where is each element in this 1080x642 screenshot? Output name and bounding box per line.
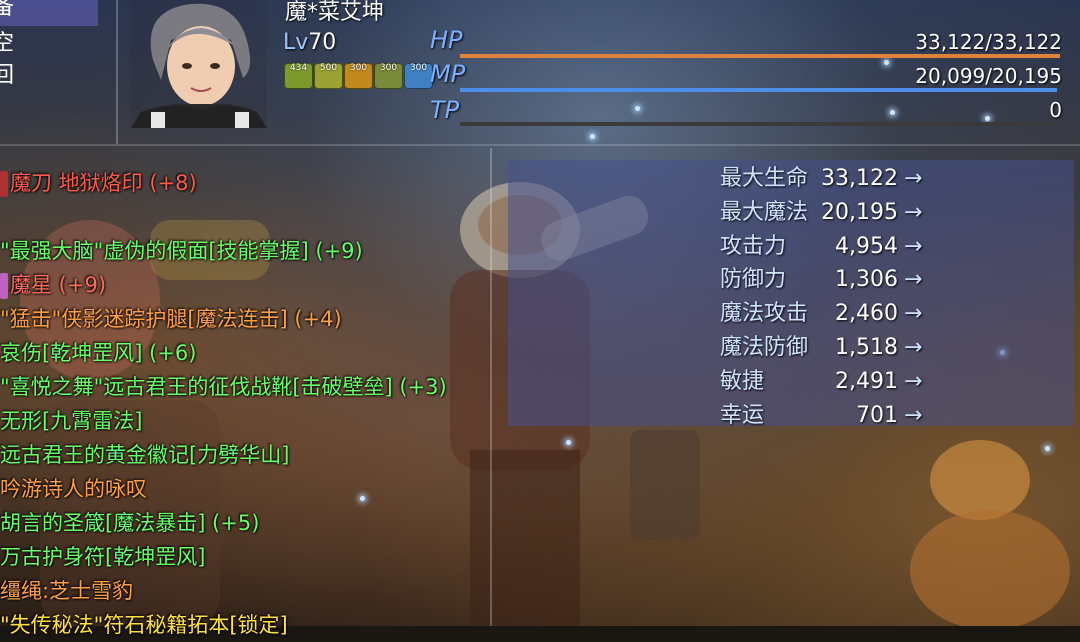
item-icon xyxy=(0,273,8,299)
arrow-right-icon: → xyxy=(904,301,923,327)
stat-row: 最大魔法 20,195 → xyxy=(508,196,1074,230)
equipment-name: 哀伤[乾坤罡风] (+6) xyxy=(0,341,197,365)
stat-row: 攻击力 4,954 → xyxy=(508,230,1074,264)
equipment-name: 万古护身符[乾坤罡风] xyxy=(0,545,206,569)
stat-name: 攻击力 xyxy=(720,233,787,259)
equipment-slot[interactable]: 缰绳:芝士雪豹 xyxy=(0,574,490,608)
arrow-right-icon: → xyxy=(904,368,923,394)
arrow-right-icon: → xyxy=(904,402,923,428)
equipment-name: 魔刀 地狱烙印 (+8) xyxy=(10,171,197,195)
sparkle-1 xyxy=(884,60,889,65)
equipment-list: 魔刀 地狱烙印 (+8) "最强大脑"虚伪的假面[技能掌握] (+9) 魔星 (+9… xyxy=(0,166,490,642)
sparkle-6 xyxy=(1045,446,1050,451)
state-icon: 300 xyxy=(344,63,373,89)
level-label: Lv xyxy=(283,30,309,55)
stat-value: 20,195 xyxy=(821,199,898,225)
equipment-slot[interactable]: 胡言的圣箴[魔法暴击] (+5) xyxy=(0,506,490,540)
equipment-name: 胡言的圣箴[魔法暴击] (+5) xyxy=(0,511,260,535)
stats-panel: 最大生命 33,122 → 最大魔法 20,195 → 攻击力 4,954 → 防御力 1,306 →… xyxy=(508,160,1074,428)
item-icon xyxy=(0,171,8,197)
stat-value: 1,306 xyxy=(835,267,898,293)
stat-value: 701 xyxy=(856,402,898,428)
stat-name: 敏捷 xyxy=(720,368,765,394)
equipment-name: 魔星 (+9) xyxy=(10,273,107,297)
state-icons: 434 500 300 300 300 xyxy=(284,63,433,89)
arrow-right-icon: → xyxy=(904,335,923,360)
equipment-slot[interactable]: "失传秘法"符石秘籍拓本[锁定] xyxy=(0,608,490,642)
hp-label: HP xyxy=(430,26,463,54)
sparkle-2 xyxy=(635,106,640,111)
equipment-slot[interactable]: "喜悦之舞"远古君王的征伐战靴[击破壁垒] (+3) xyxy=(0,370,490,404)
equipment-name: 远古君王的黄金徽记[力劈华山] xyxy=(0,443,290,467)
actor-level: Lv70 xyxy=(283,30,336,55)
arrow-right-icon: → xyxy=(904,233,923,259)
equipment-name: "最强大脑"虚伪的假面[技能掌握] (+9) xyxy=(0,239,363,263)
equipment-name: "失传秘法"符石秘籍拓本[锁定] xyxy=(0,613,288,637)
equipment-name: "猛击"侠影迷踪护腿[魔法连击] (+4) xyxy=(0,307,342,331)
command-equip[interactable]: 备 xyxy=(0,0,14,22)
equipment-slot[interactable] xyxy=(0,200,490,234)
command-clear[interactable]: 空 xyxy=(0,30,14,58)
sparkle-4 xyxy=(590,134,595,139)
stat-value: 33,122 xyxy=(821,166,898,191)
state-icon: 300 xyxy=(374,63,403,89)
stat-row: 最大生命 33,122 → xyxy=(508,162,1074,196)
equipment-slot[interactable]: 远古君王的黄金徽记[力劈华山] xyxy=(0,438,490,472)
divider-top xyxy=(0,144,1080,146)
stat-row: 幸运 701 → xyxy=(508,399,1074,433)
stat-value: 2,491 xyxy=(835,368,898,394)
equipment-slot[interactable]: 魔星 (+9) xyxy=(0,268,490,302)
mp-value: 20,099/20,195 xyxy=(915,64,1062,88)
equipment-slot[interactable]: 哀伤[乾坤罡风] (+6) xyxy=(0,336,490,370)
equipment-slot[interactable]: "猛击"侠影迷踪护腿[魔法连击] (+4) xyxy=(0,302,490,336)
command-cursor xyxy=(0,0,98,26)
stat-value: 4,954 xyxy=(835,233,898,259)
stat-value: 2,460 xyxy=(835,301,898,327)
divider-left xyxy=(116,0,118,144)
tp-label: TP xyxy=(430,96,460,124)
mp-gauge xyxy=(460,88,1060,92)
sparkle-8 xyxy=(566,440,571,445)
equipment-name: 吟游诗人的咏叹 xyxy=(0,477,147,501)
stat-name: 幸运 xyxy=(720,402,765,428)
arrow-right-icon: → xyxy=(904,199,923,225)
level-value: 70 xyxy=(308,30,337,55)
stat-value: 1,518 xyxy=(835,335,898,360)
equipment-name: "喜悦之舞"远古君王的征伐战靴[击破壁垒] (+3) xyxy=(0,375,447,399)
arrow-right-icon: → xyxy=(904,166,923,191)
state-icon: 500 xyxy=(314,63,343,89)
sparkle-3 xyxy=(890,110,895,115)
hp-gauge-fill xyxy=(460,54,1060,58)
mp-gauge-fill xyxy=(460,88,1057,92)
equipment-name: 缰绳:芝士雪豹 xyxy=(0,579,134,603)
command-back[interactable]: 回 xyxy=(0,62,14,90)
arrow-right-icon: → xyxy=(904,267,923,293)
hp-gauge xyxy=(460,54,1060,58)
actor-portrait xyxy=(131,0,267,128)
stat-name: 防御力 xyxy=(720,267,787,293)
stat-row: 魔法防御 1,518 → xyxy=(508,331,1074,365)
stat-name: 魔法攻击 xyxy=(720,301,809,327)
stat-name: 魔法防御 xyxy=(720,335,809,360)
equipment-slot[interactable]: 万古护身符[乾坤罡风] xyxy=(0,540,490,574)
state-icon: 300 xyxy=(404,63,433,89)
tp-value: 0 xyxy=(1049,98,1062,122)
stat-row: 敏捷 2,491 → xyxy=(508,365,1074,399)
actor-name: 魔*菜艾坤 xyxy=(285,0,385,25)
stat-row: 防御力 1,306 → xyxy=(508,263,1074,297)
tp-gauge xyxy=(460,122,1060,126)
stat-name: 最大生命 xyxy=(720,166,809,191)
stat-row: 魔法攻击 2,460 → xyxy=(508,297,1074,331)
hp-value: 33,122/33,122 xyxy=(915,30,1062,54)
equipment-slot[interactable]: 魔刀 地狱烙印 (+8) xyxy=(0,166,490,200)
sparkle-5 xyxy=(985,116,990,121)
equipment-slot[interactable]: 吟游诗人的咏叹 xyxy=(0,472,490,506)
divider-middle xyxy=(490,148,492,626)
stat-name: 最大魔法 xyxy=(720,199,809,225)
equipment-slot[interactable]: 无形[九霄雷法] xyxy=(0,404,490,438)
equipment-slot[interactable]: "最强大脑"虚伪的假面[技能掌握] (+9) xyxy=(0,234,490,268)
mp-label: MP xyxy=(430,60,466,88)
state-icon: 434 xyxy=(284,63,313,89)
equipment-name: 无形[九霄雷法] xyxy=(0,409,143,433)
